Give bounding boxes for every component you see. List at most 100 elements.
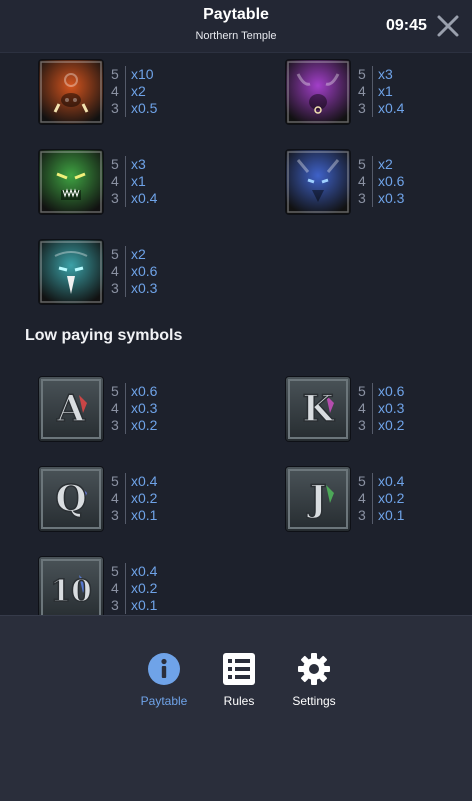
payout-row: 3 x0.1: [358, 507, 428, 524]
payout-row: 5 x2: [111, 246, 181, 263]
symbol-bull: [286, 60, 350, 124]
payout-multiplier: x0.4: [378, 100, 405, 116]
symbol-count: 3: [111, 597, 126, 614]
symbol-count: 5: [111, 563, 126, 580]
payout-multiplier: x3: [378, 66, 393, 82]
symbol-count: 4: [358, 83, 373, 100]
payout-list: 5 x10 4 x2 3 x0.5: [111, 66, 181, 117]
payout-list: 5 x0.4 4 x0.2 3 x0.1: [111, 473, 181, 524]
payout-row: 3 x0.3: [358, 190, 428, 207]
symbol-j: J: [286, 467, 350, 531]
payout-row: 3 x0.3: [111, 280, 181, 297]
payout-row: 4 x0.3: [358, 400, 428, 417]
payout-list: 5 x2 4 x0.6 3 x0.3: [358, 156, 428, 207]
payout-row: 4 x0.2: [111, 580, 181, 597]
symbol-eagle: [39, 240, 103, 304]
payout-row: 4 x1: [111, 173, 181, 190]
payout-list: 5 x3 4 x1 3 x0.4: [111, 156, 181, 207]
symbol-a: A: [39, 377, 103, 441]
payout-row: 4 x2: [111, 83, 181, 100]
payout-multiplier: x0.4: [131, 473, 158, 489]
paytable-content[interactable]: 5 x10 4 x2 3 x0.5 5 x3 4 x1 3 x0.4 5 x3 4 x1 3 x0.4 5 x2…: [0, 53, 472, 615]
payout-row: 4 x1: [358, 83, 428, 100]
payout-row: 4 x0.2: [111, 490, 181, 507]
payout-multiplier: x0.2: [378, 490, 405, 506]
payout-list: 5 x0.4 4 x0.2 3 x0.1: [358, 473, 428, 524]
payout-list: 5 x3 4 x1 3 x0.4: [358, 66, 428, 117]
payout-multiplier: x0.1: [131, 597, 158, 613]
payout-multiplier: x0.3: [378, 190, 405, 206]
nav-settings-label: Settings: [292, 694, 336, 708]
payout-multiplier: x0.4: [131, 190, 158, 206]
payout-multiplier: x0.4: [131, 563, 158, 579]
payout-row: 4 x0.6: [358, 173, 428, 190]
svg-text:K: K: [302, 388, 335, 430]
payout-multiplier: x1: [378, 83, 393, 99]
payout-row: 5 x3: [111, 156, 181, 173]
symbol-count: 3: [358, 190, 373, 207]
symbol-count: 4: [111, 400, 126, 417]
info-icon: [147, 652, 181, 686]
payout-row: 3 x0.4: [111, 190, 181, 207]
symbol-count: 4: [358, 400, 373, 417]
payout-multiplier: x0.4: [378, 473, 405, 489]
payout-multiplier: x2: [378, 156, 393, 172]
symbol-count: 4: [358, 490, 373, 507]
payout-row: 5 x0.4: [111, 473, 181, 490]
symbol-count: 3: [111, 190, 126, 207]
symbol-count: 4: [111, 263, 126, 280]
symbol-count: 3: [358, 417, 373, 434]
payout-row: 5 x0.6: [111, 383, 181, 400]
payout-multiplier: x2: [131, 246, 146, 262]
payout-row: 3 x0.2: [111, 417, 181, 434]
payout-row: 4 x0.2: [358, 490, 428, 507]
payout-multiplier: x0.1: [131, 507, 158, 523]
payout-multiplier: x2: [131, 83, 146, 99]
payout-multiplier: x0.2: [131, 490, 158, 506]
payout-row: 4 x0.6: [111, 263, 181, 280]
payout-list: 5 x0.6 4 x0.3 3 x0.2: [111, 383, 181, 434]
payout-multiplier: x0.2: [131, 580, 158, 596]
svg-text:J: J: [306, 478, 326, 520]
payout-multiplier: x0.2: [378, 417, 405, 433]
payout-multiplier: x0.3: [131, 400, 158, 416]
payout-row: 5 x0.4: [358, 473, 428, 490]
payout-row: 5 x10: [111, 66, 181, 83]
payout-row: 3 x0.1: [111, 507, 181, 524]
symbol-boar: [39, 60, 103, 124]
payout-row: 5 x3: [358, 66, 428, 83]
payout-row: 3 x0.5: [111, 100, 181, 117]
symbol-count: 5: [358, 156, 373, 173]
symbol-count: 5: [111, 66, 126, 83]
payout-list: 5 x2 4 x0.6 3 x0.3: [111, 246, 181, 297]
payout-list: 5 x0.4 4 x0.2 3 x0.1: [111, 563, 181, 614]
symbol-count: 3: [111, 417, 126, 434]
symbol-count: 3: [111, 280, 126, 297]
symbol-count: 5: [111, 156, 126, 173]
payout-row: 5 x0.4: [111, 563, 181, 580]
payout-multiplier: x0.2: [131, 417, 158, 433]
payout-multiplier: x0.3: [378, 400, 405, 416]
symbol-count: 5: [358, 473, 373, 490]
payout-multiplier: x0.6: [131, 263, 158, 279]
symbol-count: 5: [358, 383, 373, 400]
symbol-count: 5: [358, 66, 373, 83]
clock: 09:45: [386, 17, 427, 34]
symbol-count: 4: [358, 173, 373, 190]
symbol-count: 3: [111, 100, 126, 117]
symbol-count: 3: [358, 100, 373, 117]
nav-settings-button[interactable]: Settings: [269, 652, 359, 708]
payout-multiplier: x0.3: [131, 280, 158, 296]
payout-multiplier: x10: [131, 66, 154, 82]
close-button[interactable]: [436, 14, 460, 38]
symbol-wolf: [286, 150, 350, 214]
symbol-count: 4: [111, 580, 126, 597]
close-icon: [437, 15, 459, 37]
payout-multiplier: x0.6: [378, 173, 405, 189]
payout-row: 3 x0.4: [358, 100, 428, 117]
svg-text:A: A: [56, 388, 86, 430]
payout-multiplier: x0.5: [131, 100, 158, 116]
symbol-count: 5: [111, 246, 126, 263]
payout-multiplier: x0.6: [131, 383, 158, 399]
symbol-count: 5: [111, 383, 126, 400]
